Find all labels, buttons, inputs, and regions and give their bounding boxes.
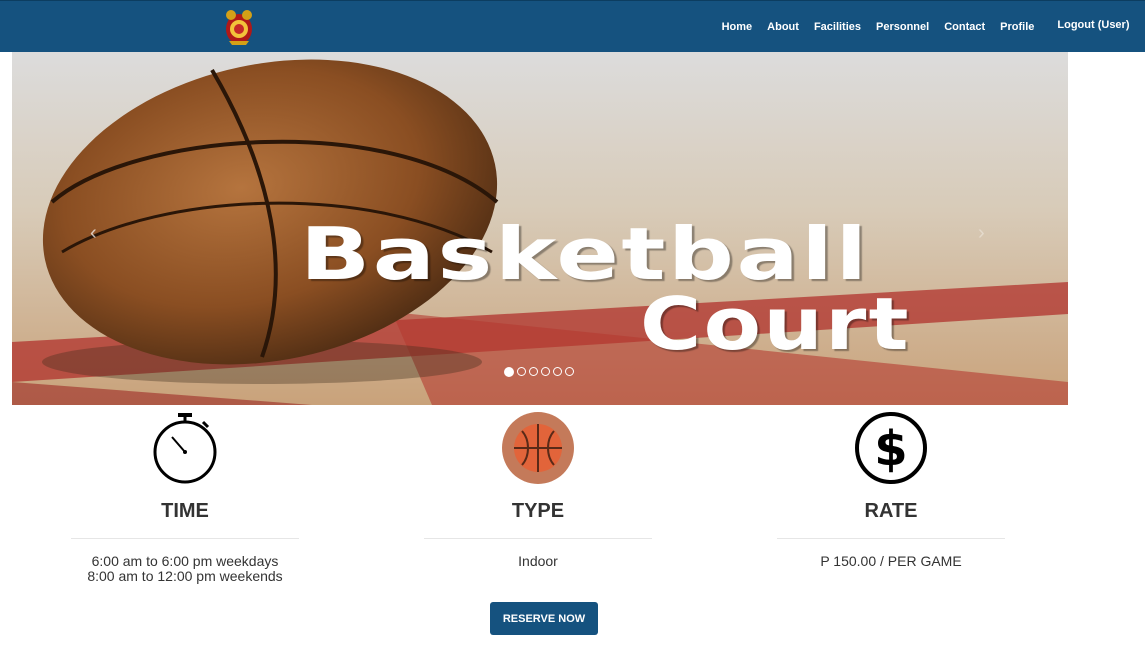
nav-profile[interactable]: Profile (993, 1, 1042, 53)
carousel-indicators (504, 367, 574, 377)
feature-type-value: Indoor (518, 553, 558, 569)
nav-facilities[interactable]: Facilities (806, 1, 868, 53)
nav-logout[interactable]: Logout (User) (1050, 0, 1137, 51)
feature-time-weekends: 8:00 am to 12:00 pm weekends (87, 568, 283, 584)
basketball-icon (502, 412, 574, 484)
hero-carousel: Basketball Court ‹ › (12, 52, 1068, 405)
nav-personnel[interactable]: Personnel (869, 1, 937, 53)
nav-contact[interactable]: Contact (937, 1, 993, 53)
nav-about[interactable]: About (760, 1, 807, 53)
feature-time: TIME 6:00 am to 6:00 pm weekdays 8:00 am… (71, 410, 299, 584)
nav-home[interactable]: Home (714, 1, 760, 53)
feature-rate-divider (777, 538, 1005, 539)
stopwatch-icon (153, 413, 217, 484)
carousel-dot-4[interactable] (541, 367, 550, 376)
feature-type-title: TYPE (511, 500, 565, 522)
seal-logo-icon[interactable] (224, 7, 254, 47)
nav-links: Home About Facilities Personnel Contact … (714, 1, 1145, 53)
feature-time-title: TIME (161, 500, 209, 522)
feature-type-divider (424, 538, 652, 539)
hero-title-line2: Court (640, 282, 911, 366)
carousel-dot-6[interactable] (565, 367, 574, 376)
reserve-now-button[interactable]: RESERVE NOW (490, 602, 598, 635)
navbar: Home About Facilities Personnel Contact … (0, 0, 1145, 52)
chevron-left-icon[interactable]: ‹ (90, 222, 97, 245)
svg-text:$: $ (874, 421, 907, 477)
feature-type: TYPE Indoor (424, 410, 652, 569)
carousel-dot-5[interactable] (553, 367, 562, 376)
feature-rate: $ RATE P 150.00 / PER GAME (777, 410, 1005, 569)
feature-rate-value: P 150.00 / PER GAME (820, 553, 962, 569)
dollar-icon: $ (855, 412, 927, 484)
carousel-dot-2[interactable] (517, 367, 526, 376)
carousel-dot-1[interactable] (504, 367, 514, 377)
carousel-dot-3[interactable] (529, 367, 538, 376)
feature-time-weekdays: 6:00 am to 6:00 pm weekdays (91, 553, 279, 569)
chevron-right-icon[interactable]: › (978, 222, 985, 245)
feature-rate-title: RATE (864, 500, 918, 522)
feature-time-divider (71, 538, 299, 539)
